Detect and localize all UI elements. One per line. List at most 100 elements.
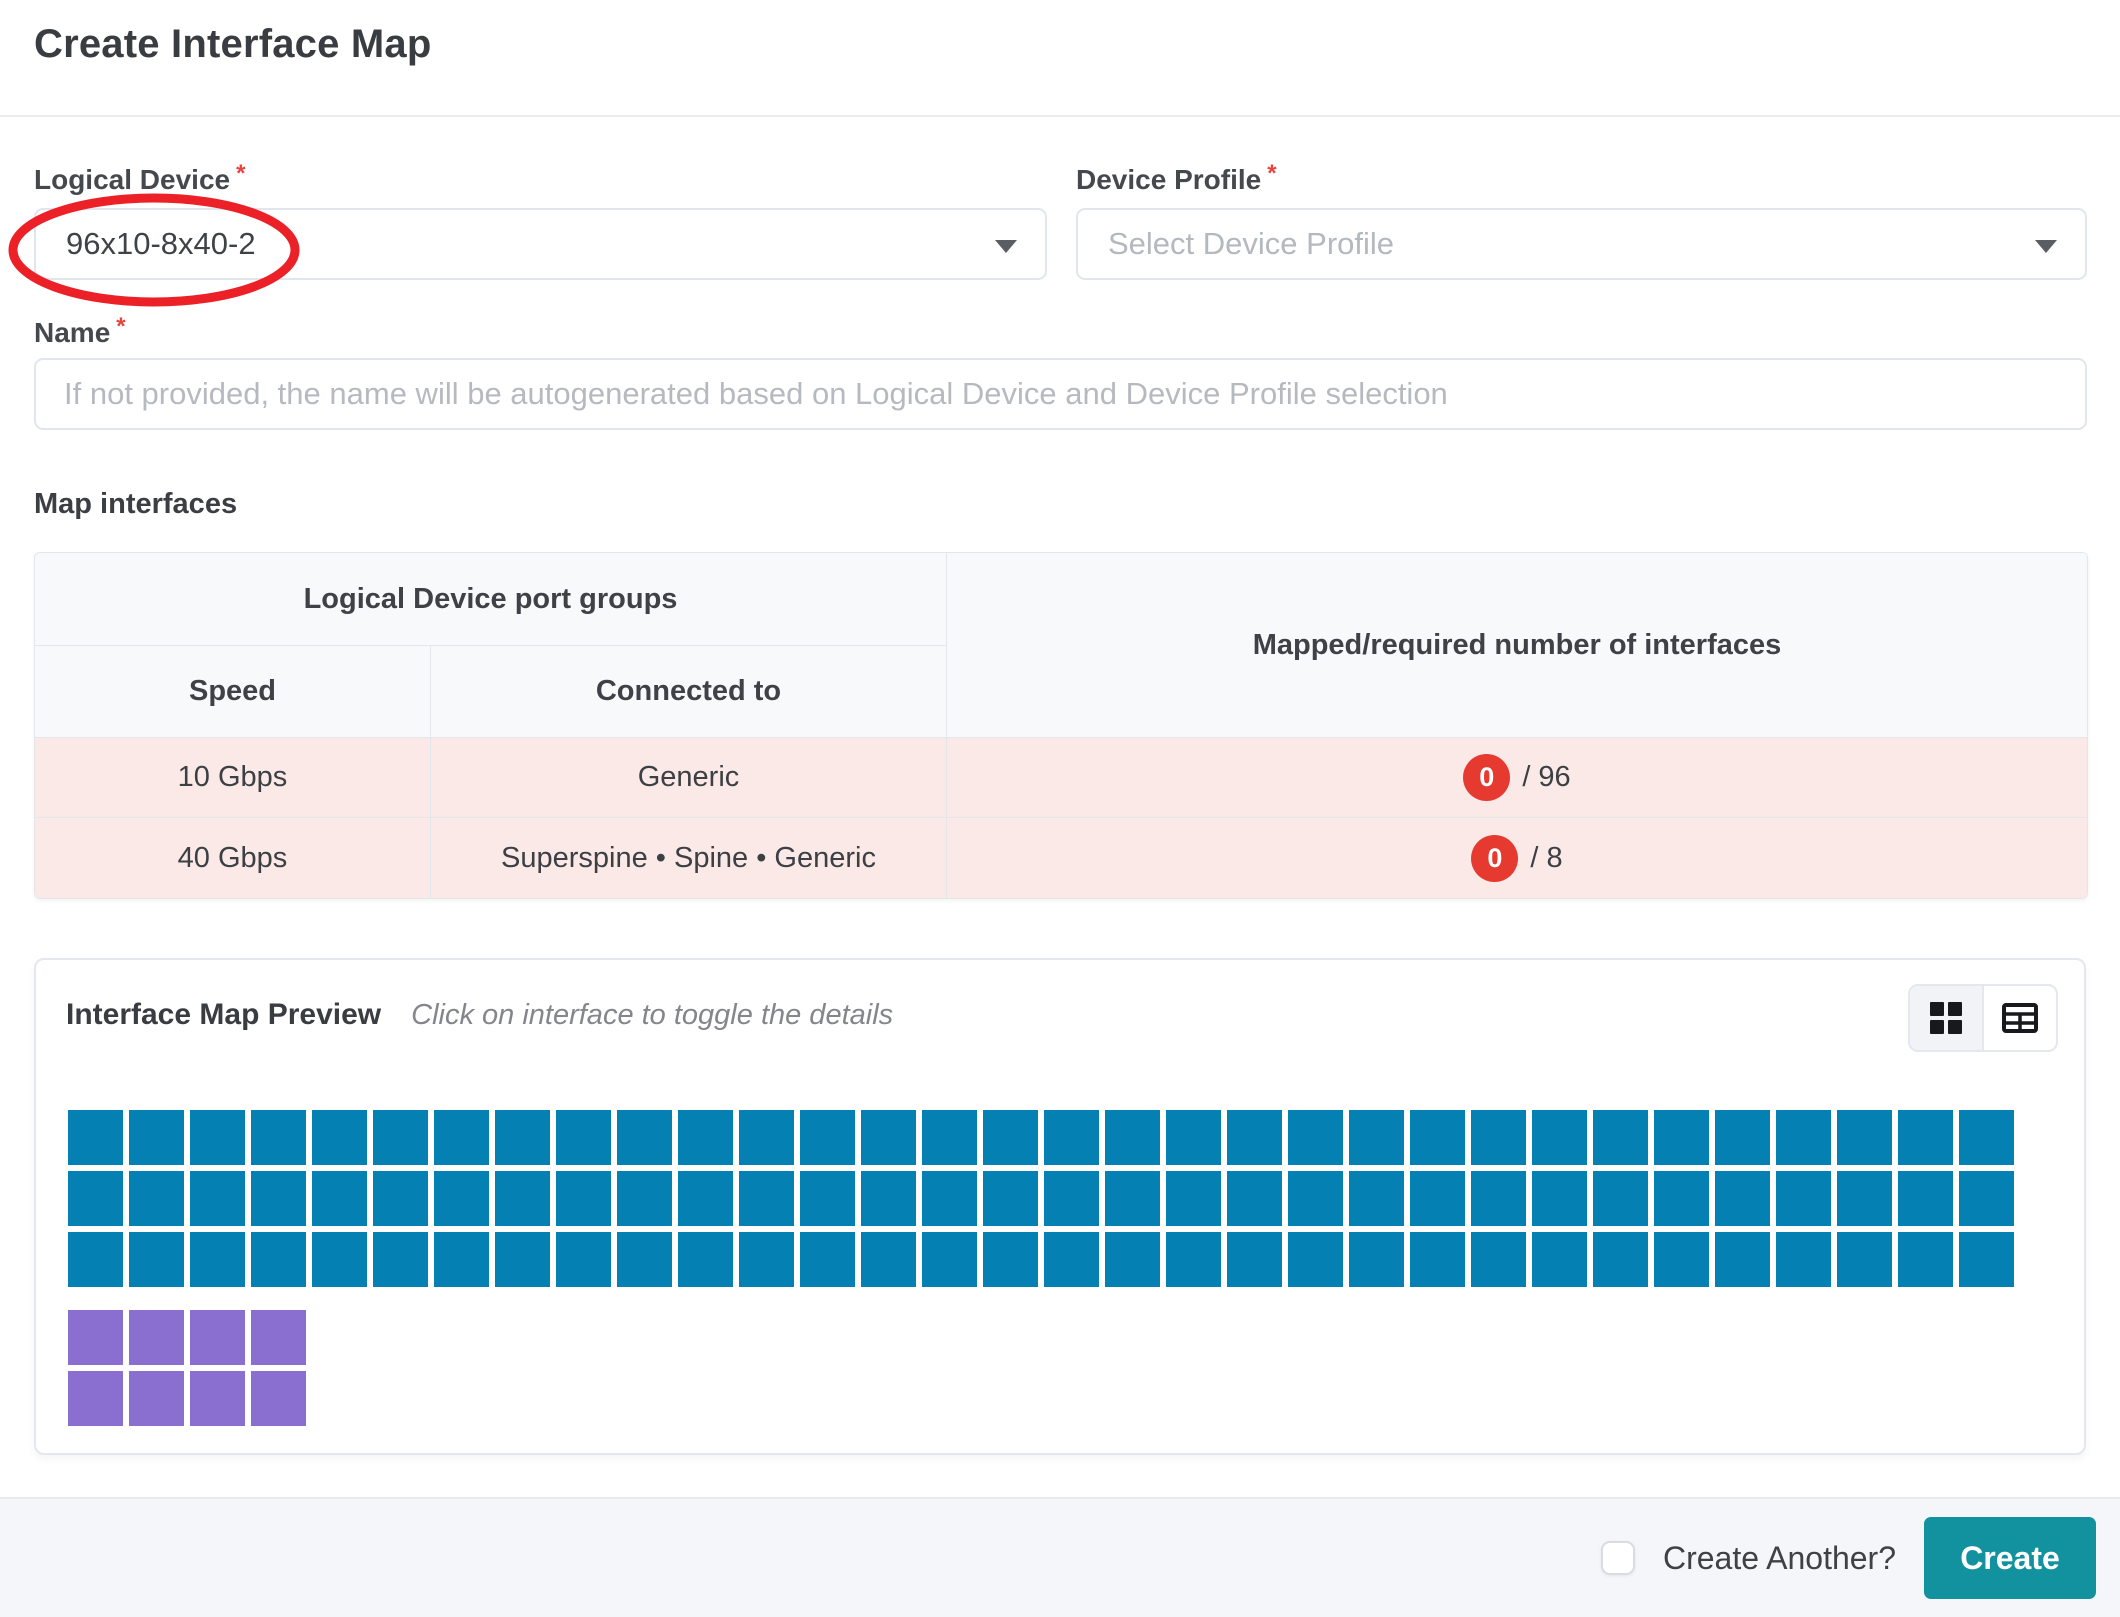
interface-square[interactable] (1227, 1232, 1282, 1287)
interface-square[interactable] (1105, 1110, 1160, 1165)
interface-square[interactable] (1288, 1110, 1343, 1165)
interface-square[interactable] (1898, 1232, 1953, 1287)
interface-square[interactable] (373, 1110, 428, 1165)
interface-square[interactable] (556, 1232, 611, 1287)
logical-device-select[interactable]: 96x10-8x40-2 (34, 208, 1047, 280)
interface-square[interactable] (617, 1171, 672, 1226)
interface-square[interactable] (1410, 1232, 1465, 1287)
interface-square[interactable] (922, 1171, 977, 1226)
interface-square[interactable] (1654, 1171, 1709, 1226)
interface-square[interactable] (129, 1110, 184, 1165)
interface-square[interactable] (68, 1310, 123, 1365)
interface-square[interactable] (1288, 1232, 1343, 1287)
interface-square[interactable] (434, 1171, 489, 1226)
interface-square[interactable] (1959, 1232, 2014, 1287)
interface-square[interactable] (1532, 1110, 1587, 1165)
interface-square[interactable] (1044, 1171, 1099, 1226)
interface-square[interactable] (556, 1171, 611, 1226)
interface-square[interactable] (68, 1371, 123, 1426)
interface-square[interactable] (1532, 1232, 1587, 1287)
interface-square[interactable] (739, 1232, 794, 1287)
interface-square[interactable] (190, 1371, 245, 1426)
interface-square[interactable] (983, 1232, 1038, 1287)
interface-square[interactable] (1410, 1171, 1465, 1226)
interface-square[interactable] (983, 1110, 1038, 1165)
interface-square[interactable] (1837, 1232, 1892, 1287)
interface-square[interactable] (373, 1171, 428, 1226)
interface-square[interactable] (129, 1371, 184, 1426)
interface-square[interactable] (1715, 1232, 1770, 1287)
interface-square[interactable] (190, 1171, 245, 1226)
name-input[interactable] (34, 358, 2087, 430)
interface-square[interactable] (1288, 1171, 1343, 1226)
interface-square[interactable] (1776, 1232, 1831, 1287)
interface-square[interactable] (983, 1171, 1038, 1226)
interface-square[interactable] (1837, 1171, 1892, 1226)
interface-square[interactable] (312, 1232, 367, 1287)
interface-square[interactable] (739, 1110, 794, 1165)
interface-square[interactable] (1349, 1171, 1404, 1226)
interface-square[interactable] (495, 1110, 550, 1165)
interface-square[interactable] (312, 1110, 367, 1165)
interface-square[interactable] (129, 1171, 184, 1226)
interface-square[interactable] (617, 1232, 672, 1287)
interface-square[interactable] (129, 1232, 184, 1287)
interface-square[interactable] (861, 1110, 916, 1165)
interface-square[interactable] (1105, 1171, 1160, 1226)
interface-square[interactable] (556, 1110, 611, 1165)
interface-square[interactable] (678, 1171, 733, 1226)
interface-square[interactable] (1166, 1232, 1221, 1287)
interface-square[interactable] (251, 1232, 306, 1287)
interface-square[interactable] (129, 1310, 184, 1365)
interface-square[interactable] (1898, 1110, 1953, 1165)
interface-square[interactable] (434, 1232, 489, 1287)
interface-square[interactable] (1471, 1171, 1526, 1226)
interface-square[interactable] (1593, 1171, 1648, 1226)
interface-square[interactable] (68, 1232, 123, 1287)
interface-square[interactable] (617, 1110, 672, 1165)
interface-square[interactable] (1044, 1110, 1099, 1165)
interface-square[interactable] (1898, 1171, 1953, 1226)
interface-square[interactable] (1349, 1110, 1404, 1165)
create-another-checkbox[interactable] (1601, 1541, 1635, 1575)
interface-square[interactable] (1593, 1232, 1648, 1287)
interface-square[interactable] (922, 1232, 977, 1287)
interface-square[interactable] (1593, 1110, 1648, 1165)
interface-square[interactable] (434, 1110, 489, 1165)
interface-square[interactable] (1471, 1110, 1526, 1165)
interface-square[interactable] (312, 1171, 367, 1226)
interface-square[interactable] (251, 1371, 306, 1426)
interface-square[interactable] (861, 1232, 916, 1287)
interface-square[interactable] (1166, 1171, 1221, 1226)
interface-square[interactable] (1654, 1110, 1709, 1165)
interface-square[interactable] (1654, 1232, 1709, 1287)
interface-square[interactable] (68, 1110, 123, 1165)
interface-square[interactable] (251, 1171, 306, 1226)
create-button[interactable]: Create (1924, 1517, 2096, 1599)
interface-square[interactable] (1959, 1171, 2014, 1226)
interface-square[interactable] (1837, 1110, 1892, 1165)
interface-square[interactable] (1776, 1110, 1831, 1165)
interface-square[interactable] (1532, 1171, 1587, 1226)
interface-square[interactable] (739, 1171, 794, 1226)
interface-square[interactable] (190, 1232, 245, 1287)
interface-square[interactable] (251, 1110, 306, 1165)
interface-square[interactable] (1166, 1110, 1221, 1165)
interface-square[interactable] (1959, 1110, 2014, 1165)
interface-square[interactable] (800, 1171, 855, 1226)
interface-square[interactable] (861, 1171, 916, 1226)
interface-square[interactable] (800, 1232, 855, 1287)
interface-square[interactable] (190, 1110, 245, 1165)
interface-square[interactable] (1227, 1110, 1282, 1165)
interface-square[interactable] (1776, 1171, 1831, 1226)
interface-square[interactable] (678, 1232, 733, 1287)
device-profile-select[interactable]: Select Device Profile (1076, 208, 2087, 280)
interface-square[interactable] (1044, 1232, 1099, 1287)
grid-view-button[interactable] (1910, 986, 1984, 1050)
interface-square[interactable] (922, 1110, 977, 1165)
interface-square[interactable] (678, 1110, 733, 1165)
interface-square[interactable] (800, 1110, 855, 1165)
interface-square[interactable] (1715, 1110, 1770, 1165)
interface-square[interactable] (1471, 1232, 1526, 1287)
interface-square[interactable] (1349, 1232, 1404, 1287)
